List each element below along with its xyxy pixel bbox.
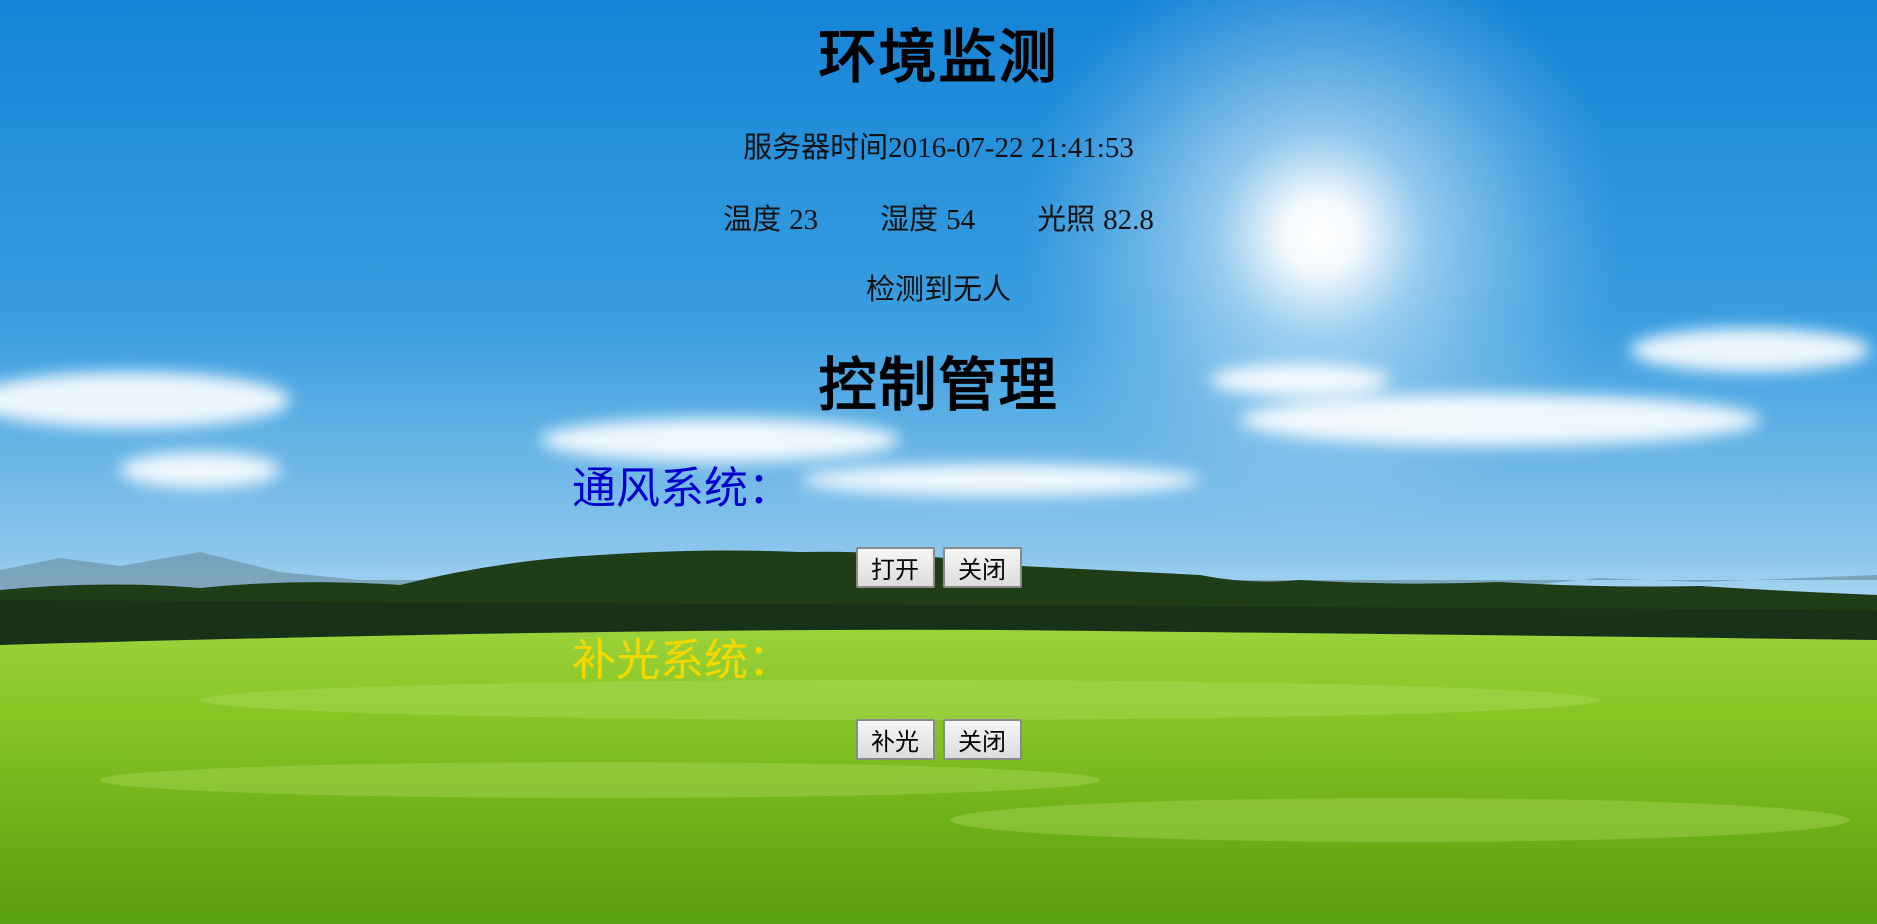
humidity-label: 湿度: [880, 204, 939, 236]
server-time-label: 服务器时间: [743, 132, 889, 164]
ventilation-controls: 打开 关闭: [0, 547, 1877, 588]
fill-light-controls: 补光 关闭: [0, 719, 1877, 760]
humidity-reading: 湿度 54: [880, 196, 975, 238]
temperature-reading: 温度 23: [723, 196, 818, 238]
sensor-readings: 温度 23 湿度 54 光照 82.8: [0, 196, 1877, 238]
humidity-value: 54: [946, 204, 976, 236]
light-value: 82.8: [1103, 204, 1154, 236]
light-reading: 光照 82.8: [1037, 196, 1154, 238]
fill-light-close-button[interactable]: 关闭: [942, 719, 1022, 760]
temperature-label: 温度: [723, 204, 782, 236]
temperature-value: 23: [789, 204, 819, 236]
fill-light-label: 补光系统：: [572, 636, 792, 685]
ventilation-label: 通风系统：: [572, 464, 792, 513]
ventilation-close-button[interactable]: 关闭: [942, 547, 1022, 588]
monitor-title: 环境监测: [818, 23, 1059, 91]
server-time-line: 服务器时间2016-07-22 21:41:53: [0, 124, 1877, 166]
ventilation-open-button[interactable]: 打开: [855, 547, 935, 588]
fill-light-on-button[interactable]: 补光: [855, 719, 935, 760]
presence-status: 检测到无人: [865, 274, 1011, 306]
light-label: 光照: [1037, 204, 1096, 236]
server-time-value: 2016-07-22 21:41:53: [888, 132, 1134, 164]
control-title: 控制管理: [818, 351, 1059, 419]
page-content: 环境监测 服务器时间2016-07-22 21:41:53 温度 23 湿度 54 …: [0, 0, 1877, 924]
